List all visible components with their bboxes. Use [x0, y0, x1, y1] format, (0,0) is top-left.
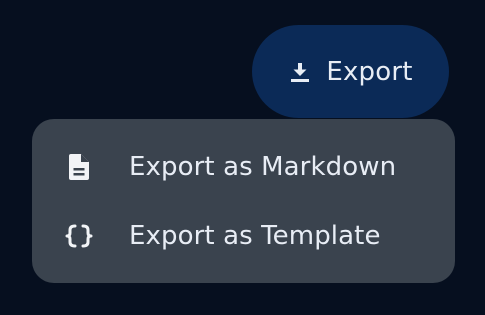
export-menu: Export as Markdown Export as Template — [32, 119, 455, 283]
document-icon — [64, 152, 94, 182]
export-button-label: Export — [326, 56, 413, 87]
menu-item-export-template[interactable]: Export as Template — [32, 206, 455, 266]
menu-item-label: Export as Markdown — [129, 152, 397, 182]
export-button[interactable]: Export — [252, 25, 449, 118]
braces-icon — [64, 221, 94, 251]
menu-item-label: Export as Template — [129, 221, 381, 251]
download-icon — [288, 60, 312, 84]
menu-item-export-markdown[interactable]: Export as Markdown — [32, 137, 455, 197]
